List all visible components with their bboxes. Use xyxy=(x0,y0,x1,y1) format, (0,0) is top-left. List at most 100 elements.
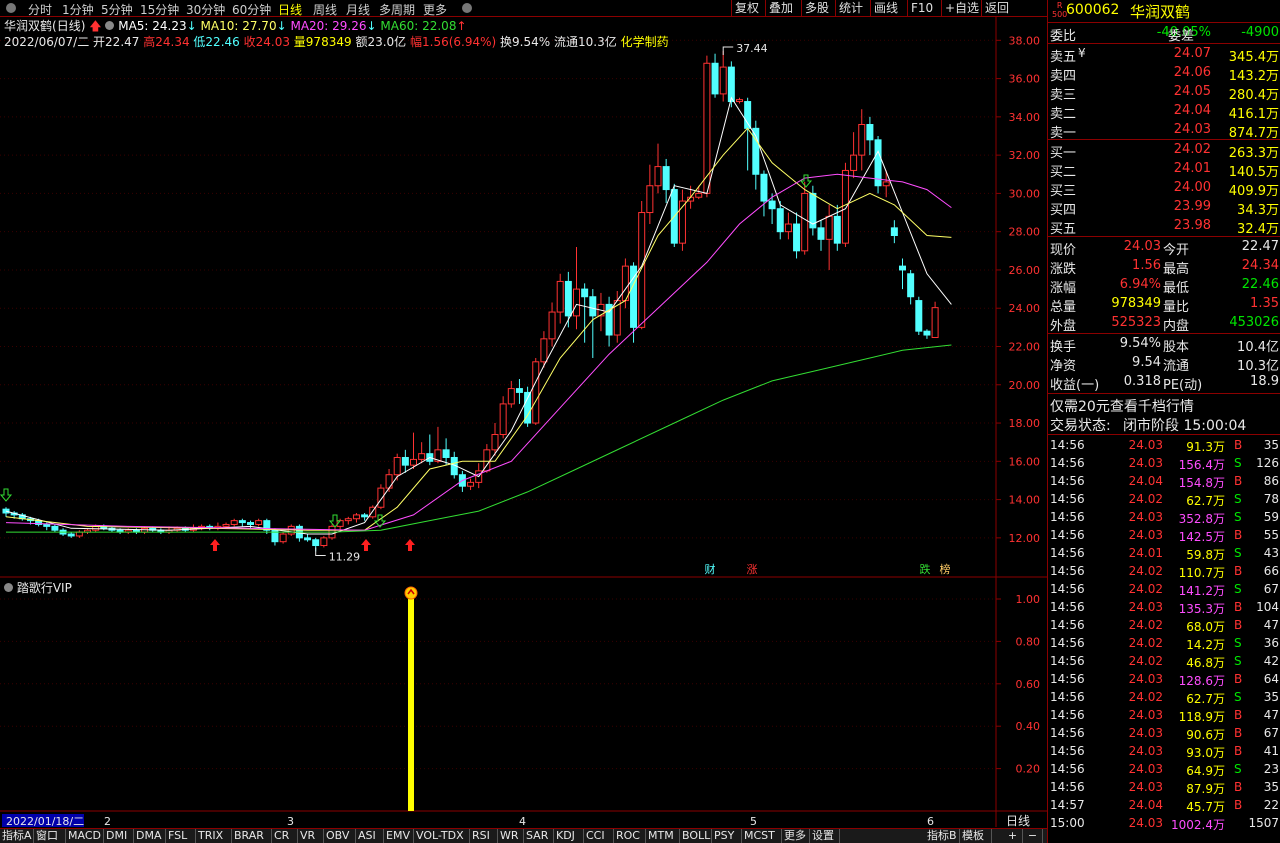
period-tab-5[interactable]: 60分钟 xyxy=(232,1,271,18)
tick-row[interactable]: 14:57 24.04 45.7万 B 22 xyxy=(1048,796,1280,814)
tick-row[interactable]: 14:56 24.02 62.7万 S 78 xyxy=(1048,490,1280,508)
tick-row[interactable]: 14:56 24.02 110.7万 B 66 xyxy=(1048,562,1280,580)
indicator-tab-15[interactable]: WR xyxy=(498,829,524,843)
indicator-tab-7[interactable]: BRAR xyxy=(232,829,272,843)
tick-row[interactable]: 14:56 24.01 59.8万 S 43 xyxy=(1048,544,1280,562)
tick-time: 14:56 xyxy=(1050,690,1085,704)
tick-row[interactable]: 14:56 24.04 154.8万 B 86 xyxy=(1048,472,1280,490)
tick-row[interactable]: 14:56 24.03 64.9万 S 23 xyxy=(1048,760,1280,778)
indicator-tab-13[interactable]: VOL-TDX xyxy=(414,829,470,843)
indicator-tab-5[interactable]: FSL xyxy=(166,829,196,843)
promo-row[interactable]: 仅需20元查看千档行情 xyxy=(1048,395,1280,416)
right-tab-0[interactable]: 指标B xyxy=(925,829,960,843)
day-sector[interactable]: 化学制药 xyxy=(621,35,669,49)
expand-dot-icon[interactable] xyxy=(462,3,472,13)
indicator-tab-11[interactable]: ASI xyxy=(356,829,384,843)
indicator-tab-21[interactable]: BOLL xyxy=(680,829,712,843)
period-tab-0[interactable]: 分时 xyxy=(28,1,52,18)
menu-dot-icon[interactable] xyxy=(6,3,16,13)
toolbar-button-1[interactable]: 叠加 xyxy=(765,0,796,16)
promo-text[interactable]: 仅需20元查看千档行情 xyxy=(1050,396,1194,416)
buy-row[interactable]: 买四 23.99 34.3万 xyxy=(1048,198,1280,218)
indicator-tab-22[interactable]: PSY xyxy=(712,829,742,843)
period-indicator[interactable]: 日线 xyxy=(1006,814,1030,827)
toolbar-button-5[interactable]: F10 xyxy=(907,0,936,16)
indicator-gear-icon[interactable] xyxy=(4,583,13,592)
event-tag[interactable]: 财 xyxy=(705,562,716,576)
tick-row[interactable]: 14:56 24.03 128.6万 B 64 xyxy=(1048,670,1280,688)
sell-row[interactable]: 卖五 ¥24.07 345.4万 xyxy=(1048,45,1280,65)
right-tab-1[interactable]: 模板 xyxy=(960,829,992,843)
tick-row[interactable]: 14:56 24.03 135.3万 B 104 xyxy=(1048,598,1280,616)
period-tab-9[interactable]: 多周期 xyxy=(379,1,415,18)
buy-row[interactable]: 买三 24.00 409.9万 xyxy=(1048,179,1280,199)
period-tab-2[interactable]: 5分钟 xyxy=(101,1,133,18)
toolbar-button-0[interactable]: 复权 xyxy=(731,0,762,16)
period-tab-4[interactable]: 30分钟 xyxy=(186,1,225,18)
tick-price: 24.02 xyxy=(1128,618,1163,632)
indicator-tab-23[interactable]: MCST xyxy=(742,829,782,843)
indicator-tab-17[interactable]: KDJ xyxy=(554,829,584,843)
tick-row[interactable]: 15:00 24.03 1002.4万 1507 xyxy=(1048,814,1280,832)
toolbar-button-7[interactable]: 返回 xyxy=(981,0,1012,16)
indicator-tab-24[interactable]: 更多 xyxy=(782,829,810,843)
kline-chart[interactable]: 38.00 36.00 34.00 32.00 30.00 28.00 26.00 24.00… xyxy=(0,17,1047,827)
indicator-tab-18[interactable]: CCI xyxy=(584,829,614,843)
tick-row[interactable]: 14:56 24.03 156.4万 S 126 xyxy=(1048,454,1280,472)
indicator-title[interactable]: 踏歌行VIP xyxy=(4,579,72,596)
toolbar-button-4[interactable]: 画线 xyxy=(870,0,901,16)
tick-row[interactable]: 14:56 24.02 62.7万 S 35 xyxy=(1048,688,1280,706)
period-tab-10[interactable]: 更多 xyxy=(423,1,447,18)
tick-row[interactable]: 14:56 24.03 91.3万 B 35 xyxy=(1048,436,1280,454)
zoom-out-icon[interactable]: − xyxy=(1023,829,1043,843)
toolbar-button-6[interactable]: +自选 xyxy=(941,0,982,16)
tick-row[interactable]: 14:56 24.03 142.5万 B 55 xyxy=(1048,526,1280,544)
sell-row[interactable]: 卖一 24.03 874.7万 xyxy=(1048,121,1280,141)
toolbar-button-3[interactable]: 统计 xyxy=(835,0,866,16)
period-tab-1[interactable]: 1分钟 xyxy=(62,1,94,18)
buy-row[interactable]: 买一 24.02 263.3万 xyxy=(1048,141,1280,161)
indicator-tab-8[interactable]: CR xyxy=(272,829,298,843)
event-tag[interactable]: 跌 xyxy=(920,562,931,576)
tick-row[interactable]: 14:56 24.02 68.0万 B 47 xyxy=(1048,616,1280,634)
tick-row[interactable]: 14:56 24.03 118.9万 B 47 xyxy=(1048,706,1280,724)
indicator-tab-1[interactable]: 窗口 xyxy=(34,829,66,843)
ma-line-ma60 xyxy=(6,344,952,533)
indicator-tab-0[interactable]: 指标A xyxy=(0,829,34,843)
indicator-tab-9[interactable]: VR xyxy=(298,829,324,843)
period-tab-7[interactable]: 周线 xyxy=(313,1,337,18)
tick-row[interactable]: 14:56 24.02 46.8万 S 42 xyxy=(1048,652,1280,670)
indicator-tab-2[interactable]: MACD xyxy=(66,829,104,843)
tick-row[interactable]: 14:56 24.03 87.9万 B 35 xyxy=(1048,778,1280,796)
period-tab-6[interactable]: 日线 xyxy=(278,1,302,18)
sell-row[interactable]: 卖二 24.04 416.1万 xyxy=(1048,102,1280,122)
indicator-tab-14[interactable]: RSI xyxy=(470,829,498,843)
indicator-tab-3[interactable]: DMI xyxy=(104,829,134,843)
ma-gear-icon[interactable] xyxy=(105,21,115,30)
sell-row[interactable]: 卖四 24.06 143.2万 xyxy=(1048,64,1280,84)
indicator-tab-12[interactable]: EMV xyxy=(384,829,414,843)
tick-row[interactable]: 14:56 24.03 90.6万 B 67 xyxy=(1048,724,1280,742)
event-tag[interactable]: 榜 xyxy=(940,562,951,576)
indicator-tab-4[interactable]: DMA xyxy=(134,829,166,843)
zoom-in-icon[interactable]: + xyxy=(1003,829,1023,843)
toolbar-button-2[interactable]: 多股 xyxy=(801,0,832,16)
kline-chart-svg[interactable]: 38.00 36.00 34.00 32.00 30.00 28.00 26.00 24.00… xyxy=(0,17,1047,827)
buy-row[interactable]: 买二 24.01 140.5万 xyxy=(1048,160,1280,180)
tick-row[interactable]: 14:56 24.02 14.2万 S 36 xyxy=(1048,634,1280,652)
indicator-tab-20[interactable]: MTM xyxy=(646,829,680,843)
tick-row[interactable]: 14:56 24.03 352.8万 S 59 xyxy=(1048,508,1280,526)
tick-time: 14:56 xyxy=(1050,438,1085,452)
indicator-tab-16[interactable]: SAR xyxy=(524,829,554,843)
indicator-tab-10[interactable]: OBV xyxy=(324,829,356,843)
tick-row[interactable]: 14:56 24.03 93.0万 B 41 xyxy=(1048,742,1280,760)
indicator-tab-19[interactable]: ROC xyxy=(614,829,646,843)
period-tab-3[interactable]: 15分钟 xyxy=(140,1,179,18)
sell-row[interactable]: 卖三 24.05 280.4万 xyxy=(1048,83,1280,103)
indicator-tab-25[interactable]: 设置 xyxy=(810,829,840,843)
buy-row[interactable]: 买五 23.98 32.4万 xyxy=(1048,217,1280,237)
event-tag[interactable]: 涨 xyxy=(747,563,758,576)
period-tab-8[interactable]: 月线 xyxy=(346,1,370,18)
tick-row[interactable]: 14:56 24.02 141.2万 S 67 xyxy=(1048,580,1280,598)
indicator-tab-6[interactable]: TRIX xyxy=(196,829,232,843)
